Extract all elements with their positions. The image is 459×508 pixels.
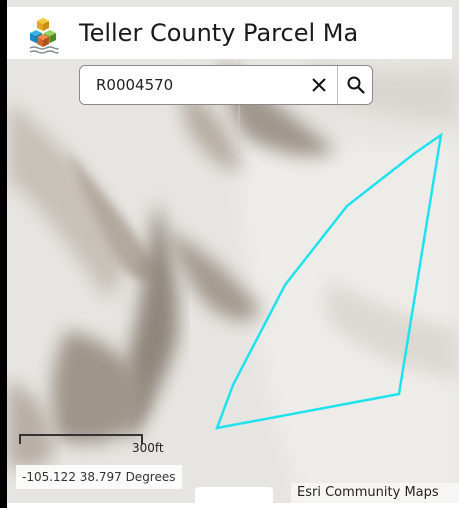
app-window: Teller County Parcel Ma 300ft -105.122 3… [0, 0, 459, 508]
search-input[interactable] [80, 66, 302, 104]
app-header: Teller County Parcel Ma [7, 7, 452, 59]
search-button[interactable] [338, 66, 372, 104]
clear-search-button[interactable] [302, 66, 336, 104]
bottom-bar [7, 503, 459, 508]
close-icon [312, 78, 326, 92]
stacked-cubes-logo-icon [29, 18, 59, 54]
scale-label: 300ft [132, 441, 164, 455]
scale-bar [19, 434, 144, 446]
search-widget [79, 65, 373, 105]
app-title: Teller County Parcel Ma [79, 19, 359, 47]
search-icon [347, 76, 365, 94]
coordinate-readout: -105.122 38.797 Degrees [16, 465, 182, 489]
scale-bar-line [19, 434, 143, 444]
map-attribution[interactable]: Esri Community Maps [291, 483, 459, 503]
